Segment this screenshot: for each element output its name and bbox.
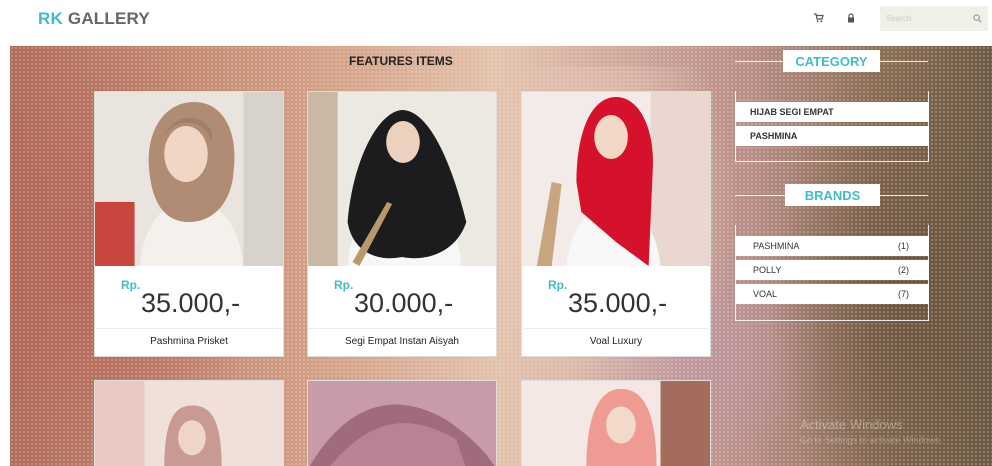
section-title: FEATURES ITEMS — [349, 54, 453, 68]
brands-bottom-line — [735, 320, 929, 321]
product-image[interactable] — [522, 92, 710, 266]
brand-item[interactable]: PASHMINA (1) — [735, 236, 929, 256]
card-divider — [522, 328, 710, 329]
search-input[interactable] — [880, 6, 970, 31]
lock-icon[interactable] — [846, 13, 856, 23]
brands-title: BRANDS — [785, 184, 880, 206]
brand-label: POLLY — [753, 265, 782, 275]
price-currency: Rp. — [334, 278, 354, 292]
price-value: 35.000,- — [568, 288, 668, 318]
product-image[interactable] — [308, 92, 496, 266]
product-card[interactable]: Rp. 35.000,- Pashmina Prisket — [94, 91, 284, 357]
brand-item[interactable]: VOAL (7) — [735, 284, 929, 304]
product-image[interactable] — [94, 380, 284, 466]
product-name[interactable]: Segi Empat Instan Aisyah — [308, 336, 496, 347]
card-divider — [95, 328, 283, 329]
product-card[interactable]: Rp. 35.000,- Voal Luxury — [521, 91, 711, 357]
category-item[interactable]: PASHMINA — [735, 126, 929, 146]
brand-label: VOAL — [753, 289, 778, 299]
product-card[interactable]: Rp. 30.000,- Segi Empat Instan Aisyah — [307, 91, 497, 357]
brand-item[interactable]: POLLY (2) — [735, 260, 929, 280]
brand-count: (7) — [898, 289, 909, 299]
top-header: RK GALLERY — [0, 0, 992, 38]
product-image[interactable] — [521, 380, 711, 466]
activation-watermark: Activate Windows — [800, 417, 903, 432]
logo-rk: RK — [38, 9, 63, 28]
price-value: 35.000,- — [141, 288, 241, 318]
brand-label: PASHMINA — [753, 241, 800, 251]
product-name[interactable]: Voal Luxury — [522, 336, 710, 347]
price-currency: Rp. — [121, 278, 141, 292]
activation-watermark-sub: Go to Settings to activate Windows. — [800, 435, 943, 445]
product-name[interactable]: Pashmina Prisket — [95, 336, 283, 347]
category-item[interactable]: HIJAB SEGI EMPAT — [735, 102, 929, 122]
search-box — [880, 6, 988, 31]
product-image[interactable] — [95, 92, 283, 266]
product-image[interactable] — [307, 380, 497, 466]
cart-icon[interactable] — [814, 13, 824, 23]
price-value: 30.000,- — [354, 288, 454, 318]
logo-gallery: GALLERY — [67, 9, 150, 28]
price-currency: Rp. — [548, 278, 568, 292]
brand-count: (1) — [898, 241, 909, 251]
brand-count: (2) — [898, 265, 909, 275]
category-bottom-line — [735, 161, 929, 162]
category-title: CATEGORY — [783, 50, 880, 72]
search-icon[interactable] — [973, 14, 982, 23]
site-logo[interactable]: RK GALLERY — [38, 9, 150, 29]
card-divider — [308, 328, 496, 329]
